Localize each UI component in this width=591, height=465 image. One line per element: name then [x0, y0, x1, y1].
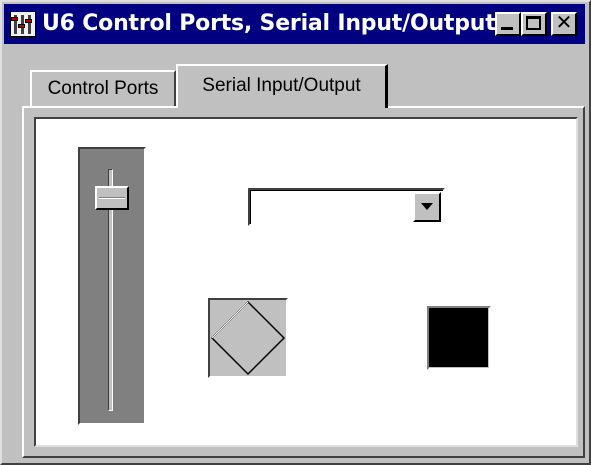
sliders-icon[interactable]: [10, 11, 36, 37]
color-swatch[interactable]: [427, 306, 491, 370]
tab-serial-input-output[interactable]: Serial Input/Output: [176, 64, 388, 108]
diamond-shape-control[interactable]: [208, 298, 288, 378]
maximize-button[interactable]: [521, 12, 547, 36]
minimize-icon: [501, 27, 513, 30]
dropdown-combo[interactable]: [248, 188, 445, 226]
slider-thumb[interactable]: [95, 185, 129, 210]
minimize-button[interactable]: [495, 12, 521, 36]
vertical-slider[interactable]: [78, 147, 146, 425]
maximize-icon: [526, 16, 541, 30]
title-bar[interactable]: U6 Control Ports, Serial Input/Output ✕: [4, 4, 585, 44]
window-title: U6 Control Ports, Serial Input/Output: [42, 11, 496, 36]
tab-control-ports[interactable]: Control Ports: [30, 70, 176, 106]
dropdown-button[interactable]: [413, 192, 441, 222]
close-icon: ✕: [555, 10, 573, 34]
close-button[interactable]: ✕: [551, 10, 577, 36]
chevron-down-icon: [421, 203, 433, 210]
diamond-icon: [210, 300, 286, 376]
